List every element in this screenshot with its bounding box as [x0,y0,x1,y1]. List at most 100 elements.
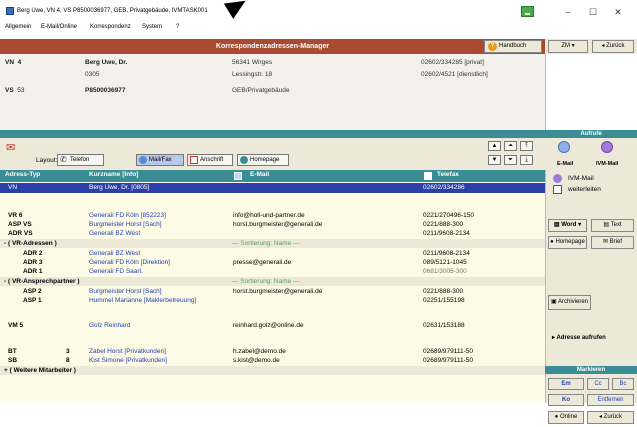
table-row-type[interactable]: ASP VS [8,221,32,228]
table-row-fax[interactable]: 02631/153188 [423,322,465,329]
menu-korrespondenz[interactable]: Korrespondenz [90,24,131,30]
text-button[interactable]: ▤ Text [591,219,634,232]
layout-anschrift-button[interactable]: Anschrift [187,154,233,166]
layout-telefon-button[interactable]: ✆ Telefon [57,154,104,166]
mark-label: Markieren [576,367,606,373]
table-row-type[interactable]: VR 6 [8,212,22,219]
table-row-fax[interactable]: 0211/9608-2134 [423,250,470,257]
table-row-fax[interactable]: 0221/270496-150 [423,212,474,219]
scroll-bottom-button[interactable]: ⤓ [520,155,533,165]
group-label: - ( VR-Adressen ) [4,240,57,247]
table-row-fax[interactable]: 02251/155198 [423,297,465,304]
table-row-fax[interactable]: 02689/979111-50 [423,357,473,364]
minimize-tray-icon[interactable] [521,6,534,17]
open-address-button[interactable]: ▸ Adresse aufrufen [552,334,606,341]
table-row-fax[interactable]: 02689/979111-50 [423,348,473,355]
table-row-no[interactable]: 3 [66,348,70,355]
ivm-mail-label[interactable]: IVM-Mail [596,161,618,167]
mark-ko-button[interactable]: Ko [548,394,584,406]
mailfax-icon [139,156,147,164]
menu-allgemein[interactable]: Allgemein [5,24,31,30]
table-row-type[interactable]: VM 5 [8,322,23,329]
mark-em-button[interactable]: Em [548,378,584,390]
online-button[interactable]: ● Online [548,411,584,424]
group-label: - ( VR-Ansprechpartner ) [4,278,80,285]
mark-bc-button[interactable]: Bc [612,378,634,390]
table-row-type[interactable]: ASP 1 [23,297,42,304]
table-row-short[interactable]: Generali FD Köln [852223] [89,212,166,219]
table-row-type[interactable]: BT [8,348,17,355]
remove-button[interactable]: Entfernen [587,394,634,406]
mark-cc-button[interactable]: Cc [587,378,609,390]
scroll-down-button[interactable]: ▼ [488,155,501,165]
scroll-up-fast-button[interactable]: ⏶ [504,141,517,151]
table-row-fax[interactable]: 0681/3005-300 [423,268,467,275]
email-icon[interactable] [558,141,570,153]
scroll-down-fast-button[interactable]: ⏷ [504,155,517,165]
phone-private: 02602/334285 [privat] [421,59,484,66]
table-row-short[interactable]: Generali BZ West [89,230,140,237]
help-button[interactable]: Handbuch [484,40,542,53]
table-row-fax[interactable]: 089/5121-1045 [423,259,467,266]
col-kurzname[interactable]: Kurzname [Info] [89,171,138,178]
table-row-email[interactable]: h.zabel@demo.de [233,348,286,355]
forward-item[interactable]: weiterleiten [568,186,601,193]
close-button[interactable]: ✕ [608,6,628,18]
vs-label: VS 53 [5,87,25,94]
zm-dropdown[interactable]: ZM ▾ [548,40,588,53]
group-header-weitere[interactable] [0,366,545,375]
table-row-short[interactable]: Zabel Horst [Privatkunden] [89,348,166,355]
layout-mailfax-button[interactable]: Mail/Fax [136,154,184,166]
brief-button[interactable]: ✉ Brief [591,236,634,249]
col-telefax[interactable]: Telefax [437,171,459,178]
table-row-short[interactable]: Burgmeister Horst [Sach] [89,221,162,228]
table-row-type[interactable]: ASP 2 [23,288,42,295]
table-row-fax[interactable]: 0221/888-300 [423,221,463,228]
window-title: Berg Uwe, VN 4, VS P8500036977, GEB, Pri… [17,8,208,14]
table-row-email[interactable]: s.kist@demo.de [233,357,280,364]
menu-help[interactable]: ? [176,24,179,30]
homepage-button[interactable]: ● Homepage [548,236,587,249]
layout-homepage-button[interactable]: Homepage [237,154,289,166]
back-button-top[interactable]: ◂ Zurück [592,40,634,53]
table-row-email[interactable]: horst.burgmeister@generali.de [233,221,322,228]
table-row-type[interactable]: ADR 1 [23,268,43,275]
side-info-panel [545,54,637,130]
table-row-short[interactable]: Generali BZ West [89,250,140,257]
email-label[interactable]: E-Mail [557,161,573,167]
scroll-up-button[interactable]: ▲ [488,141,501,151]
archive-button[interactable]: ▣ Archivieren [548,295,591,310]
table-row-short[interactable]: Generali FD Köln [Direktion] [89,259,170,266]
page-title: Korrespondenzadressen-Manager [215,43,330,50]
section-divider [0,130,545,138]
col-email[interactable]: E-Mail [250,171,269,178]
maximize-button[interactable]: ☐ [583,6,603,18]
table-row-short[interactable]: Golz Reinhard [89,322,131,329]
table-row-fax[interactable]: 0221/888-300 [423,288,463,295]
ivm-mail-icon[interactable] [601,141,613,153]
table-row-type[interactable]: ADR 3 [23,259,43,266]
menu-system[interactable]: System [142,24,162,30]
fax-column-icon [424,172,432,180]
table-row-fax[interactable]: 0211/9608-2134 [423,230,470,237]
table-row-short[interactable]: Burgmeister Horst [Sach] [89,288,162,295]
table-row-email[interactable]: presse@generali.de [233,259,291,266]
table-row-short[interactable]: Generali FD Saarl. [89,268,143,275]
menu-email-online[interactable]: E-Mail/Online [41,24,77,30]
scroll-top-button[interactable]: ⤒ [520,141,533,151]
back-button-bottom[interactable]: ◂ Zurück [587,411,634,424]
minimize-button[interactable]: – [558,6,578,18]
table-row-email[interactable]: horst.burgmeister@generali.de [233,288,322,295]
table-row-short[interactable]: Hummel Marianne [Maklerbetreuung] [89,297,196,304]
word-button[interactable]: ▤ Word ▾ [548,219,587,232]
table-row-no[interactable]: 8 [66,357,70,364]
table-row-email[interactable]: reinhard.golz@online.de [233,322,304,329]
table-row-type[interactable]: ADR VS [8,230,33,237]
table-row-type[interactable]: ADR 2 [23,250,43,257]
ivm-mail-item[interactable]: IVM-Mail [568,175,594,182]
col-adress-typ[interactable]: Adress-Typ [5,171,40,178]
table-row-short[interactable]: Kist Simone [Privatkunden] [89,357,167,364]
forward-icon [553,185,562,194]
table-row-type[interactable]: SB [8,357,17,364]
table-row-email[interactable]: info@holl-und-partner.de [233,212,305,219]
